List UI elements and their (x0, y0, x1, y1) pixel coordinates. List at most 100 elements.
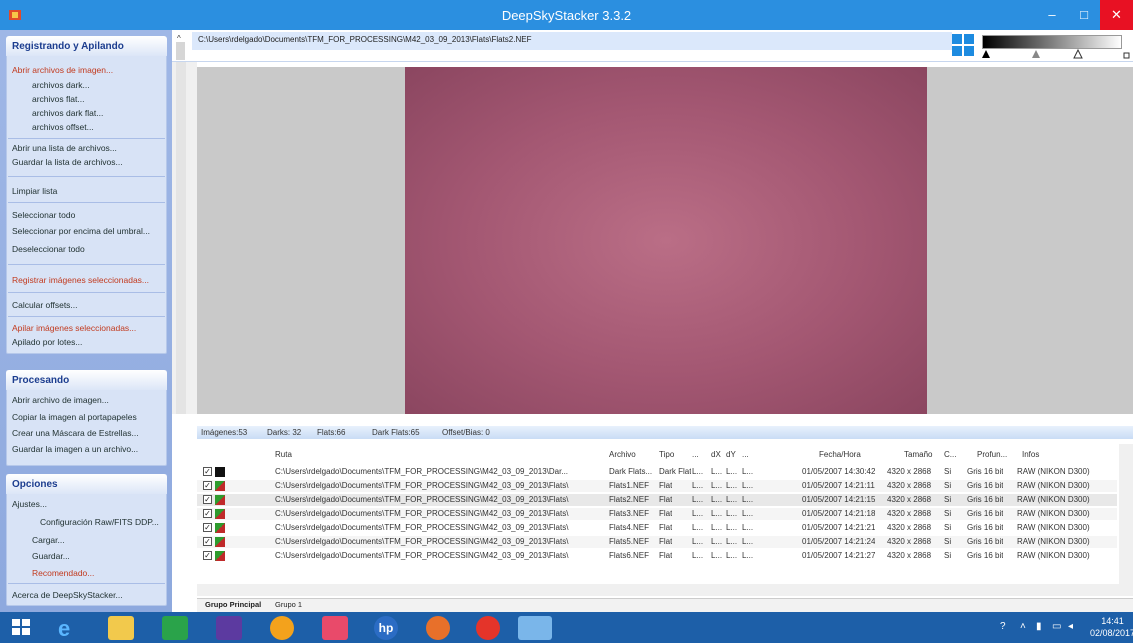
gradient-markers[interactable] (982, 48, 1132, 60)
color-thumbnail-icon (215, 537, 225, 547)
copy-clipboard-link[interactable]: Copiar la imagen al portapapeles (12, 412, 137, 422)
open-image-link[interactable]: Abrir archivo de imagen... (12, 395, 109, 405)
cell-ruta: C:\Users\rdelgado\Documents\TFM_FOR_PROC… (275, 509, 569, 518)
dark-flat-files-link[interactable]: archivos dark flat... (32, 108, 103, 118)
cell-fecha: 01/05/2007 14:21:18 (802, 509, 876, 518)
col-fecha[interactable]: Fecha/Hora (819, 450, 861, 459)
images-count: Imágenes:53 (201, 428, 248, 437)
load-link[interactable]: Cargar... (32, 535, 65, 545)
left-panel: Registrando y Apilando Abrir archivos de… (0, 30, 172, 612)
row-checkbox[interactable]: ✓ (203, 551, 212, 560)
divider (8, 292, 165, 293)
col-dx[interactable]: dX (711, 450, 721, 459)
col-c1[interactable]: ... (692, 450, 699, 459)
scrollbar-thumb[interactable] (176, 42, 185, 60)
row-checkbox[interactable]: ✓ (203, 467, 212, 476)
network-icon[interactable]: ▮ (1036, 621, 1042, 632)
table-row[interactable]: ✓ C:\Users\rdelgado\Documents\TFM_FOR_PR… (197, 480, 1117, 492)
clock[interactable]: 14:41 02/08/2017 (1090, 615, 1133, 639)
cell-archivo: Flats4.NEF (609, 523, 650, 532)
chrome-icon[interactable] (476, 616, 500, 640)
save-settings-link[interactable]: Guardar... (32, 551, 70, 561)
col-infos[interactable]: Infos (1022, 450, 1039, 459)
row-checkbox[interactable]: ✓ (203, 495, 212, 504)
display-grid-icon[interactable] (952, 34, 974, 56)
save-image-link[interactable]: Guardar la imagen a un archivo... (12, 444, 138, 454)
cell-ellipsis: L... (742, 537, 754, 546)
group-tabs: Grupo Principal Grupo 1 (197, 598, 1133, 612)
volume-icon[interactable]: ◂ (1068, 621, 1073, 632)
media-player-icon[interactable] (270, 616, 294, 640)
color-thumbnail-icon (215, 495, 225, 505)
deselect-all-link[interactable]: Deseleccionar todo (12, 244, 85, 254)
create-star-mask-link[interactable]: Crear una Máscara de Estrellas... (12, 428, 139, 438)
store-icon[interactable] (162, 616, 188, 640)
open-images-link[interactable]: Abrir archivos de imagen... (12, 65, 113, 75)
cell-tipo: Dark Flat (659, 467, 692, 476)
tab-group-1[interactable]: Grupo 1 (275, 600, 302, 609)
recommended-link[interactable]: Recomendado... (32, 568, 94, 578)
flat-frame-image[interactable] (405, 67, 927, 414)
compute-offsets-link[interactable]: Calcular offsets... (12, 300, 78, 310)
minimize-button[interactable]: – (1036, 0, 1068, 30)
table-horizontal-scrollbar[interactable] (197, 584, 1133, 596)
table-row[interactable]: ✓ C:\Users\rdelgado\Documents\TFM_FOR_PR… (197, 508, 1117, 520)
register-selected-link[interactable]: Registrar imágenes seleccionadas... (12, 275, 149, 285)
clear-list-link[interactable]: Limpiar lista (12, 186, 57, 196)
window-title: DeepSkyStacker 3.3.2 (501, 8, 632, 23)
table-row-selected[interactable]: ✓ C:\Users\rdelgado\Documents\TFM_FOR_PR… (197, 494, 1117, 506)
table-row[interactable]: ✓ C:\Users\rdelgado\Documents\TFM_FOR_PR… (197, 466, 1117, 478)
select-all-link[interactable]: Seleccionar todo (12, 210, 75, 220)
offset-files-link[interactable]: archivos offset... (32, 122, 94, 132)
open-file-list-link[interactable]: Abrir una lista de archivos... (12, 143, 117, 153)
app-icon-purple[interactable] (216, 616, 242, 640)
darkflats-count: Dark Flats:65 (372, 428, 420, 437)
save-file-list-link[interactable]: Guardar la lista de archivos... (12, 157, 123, 167)
close-button[interactable]: ✕ (1100, 0, 1133, 30)
table-row[interactable]: ✓ C:\Users\rdelgado\Documents\TFM_FOR_PR… (197, 522, 1117, 534)
stack-selected-link[interactable]: Apilar imágenes seleccionadas... (12, 323, 136, 333)
histogram-gradient-slider[interactable] (982, 35, 1122, 49)
battery-icon[interactable]: ▭ (1052, 621, 1061, 632)
firefox-icon[interactable] (426, 616, 450, 640)
table-row[interactable]: ✓ C:\Users\rdelgado\Documents\TFM_FOR_PR… (197, 550, 1117, 562)
table-row[interactable]: ✓ C:\Users\rdelgado\Documents\TFM_FOR_PR… (197, 536, 1117, 548)
help-icon[interactable]: ? (1000, 621, 1006, 632)
flats-count: Flats:66 (317, 428, 346, 437)
cell-ellipsis: L... (742, 467, 754, 476)
cell-ellipsis: L... (692, 551, 704, 560)
select-threshold-link[interactable]: Seleccionar por encima del umbral... (12, 226, 150, 236)
col-tamano[interactable]: Tamaño (904, 450, 932, 459)
col-c2[interactable]: ... (742, 450, 749, 459)
row-checkbox[interactable]: ✓ (203, 509, 212, 518)
settings-link[interactable]: Ajustes... (12, 499, 47, 509)
deepskystacker-taskbar-icon[interactable] (518, 616, 552, 640)
raw-fits-settings-link[interactable]: Configuración Raw/FITS DDP... (40, 517, 159, 527)
row-checkbox[interactable]: ✓ (203, 523, 212, 532)
windows-start-icon[interactable] (10, 616, 36, 640)
col-profun[interactable]: Profun... (977, 450, 1007, 459)
cell-c: Si (944, 495, 952, 504)
tray-chevron-icon[interactable]: ˄ (1020, 621, 1026, 632)
row-checkbox[interactable]: ✓ (203, 481, 212, 490)
dark-files-link[interactable]: archivos dark... (32, 80, 90, 90)
cell-ruta: C:\Users\rdelgado\Documents\TFM_FOR_PROC… (275, 551, 569, 560)
tab-main-group[interactable]: Grupo Principal (205, 600, 261, 609)
file-explorer-icon[interactable] (108, 616, 134, 640)
col-c3[interactable]: C... (944, 450, 956, 459)
col-dy[interactable]: dY (726, 450, 736, 459)
ie-browser-icon[interactable]: e (58, 616, 84, 641)
app-icon-pink[interactable] (322, 616, 348, 640)
hp-icon[interactable]: hp (374, 616, 398, 640)
table-vertical-scrollbar[interactable] (1119, 444, 1133, 584)
image-preview-area[interactable] (197, 67, 1133, 414)
col-archivo[interactable]: Archivo (609, 450, 636, 459)
row-checkbox[interactable]: ✓ (203, 537, 212, 546)
flat-files-link[interactable]: archivos flat... (32, 94, 84, 104)
maximize-button[interactable]: □ (1068, 0, 1100, 30)
about-link[interactable]: Acerca de DeepSkyStacker... (12, 590, 123, 600)
col-ruta[interactable]: Ruta (275, 450, 292, 459)
batch-stacking-link[interactable]: Apilado por lotes... (12, 337, 82, 347)
clock-time: 14:41 (1101, 616, 1124, 626)
col-tipo[interactable]: Tipo (659, 450, 674, 459)
